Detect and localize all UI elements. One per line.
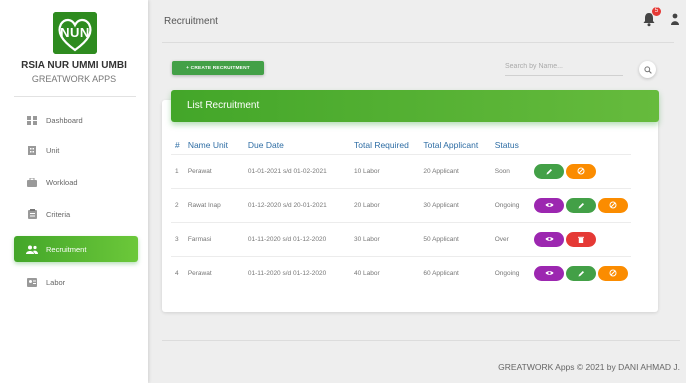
eye-icon xyxy=(545,203,553,207)
table-row: 1 Perawat 01-01-2021 s/d 01-02-2021 10 L… xyxy=(171,153,631,188)
briefcase-icon xyxy=(26,177,38,187)
card-title: List Recruitment xyxy=(187,100,260,111)
sidebar-item-label: Dashboard xyxy=(46,115,83,125)
sidebar-item-label: Criteria xyxy=(46,209,71,219)
trash-icon xyxy=(578,236,584,243)
row-applicant: 50 Applicant xyxy=(420,221,492,256)
user-icon[interactable] xyxy=(670,12,680,26)
row-applicant: 20 Applicant xyxy=(420,153,492,188)
row-status: Ongoing xyxy=(491,255,531,290)
table-row: 4 Perawat 01-11-2020 s/d 01-12-2020 40 L… xyxy=(171,255,631,290)
footer-divider xyxy=(162,340,680,341)
ban-icon xyxy=(609,201,617,209)
column-header-actions xyxy=(531,136,631,154)
sidebar-item-labor[interactable]: Labor xyxy=(14,269,138,295)
edit-button[interactable] xyxy=(566,197,596,213)
column-header-status: Status xyxy=(494,139,519,150)
row-actions xyxy=(531,187,631,222)
column-header-number: # xyxy=(175,139,180,150)
row-required: 40 Labor xyxy=(351,255,421,290)
sidebar-item-label: Unit xyxy=(46,145,60,155)
logo-text: NUN xyxy=(60,25,90,40)
ban-icon xyxy=(577,167,585,175)
row-actions xyxy=(531,153,631,188)
delete-button[interactable] xyxy=(566,231,596,247)
row-status: Ongoing xyxy=(491,187,531,222)
sidebar: NUN RSIA NUR UMMI UMBI GREATWORK APPS Da… xyxy=(0,0,148,383)
row-due-date: 01-11-2020 s/d 01-12-2020 xyxy=(244,255,351,290)
view-button[interactable] xyxy=(534,265,564,281)
pencil-icon xyxy=(578,202,584,208)
cancel-button[interactable] xyxy=(566,163,596,179)
sidebar-item-label: Recruitment xyxy=(46,244,87,254)
row-number: 2 xyxy=(171,187,185,222)
ban-icon xyxy=(609,269,617,277)
clipboard-icon xyxy=(26,209,38,219)
sidebar-divider xyxy=(14,96,136,97)
column-header-total-required: Total Required xyxy=(354,139,409,150)
create-recruitment-button[interactable]: + CREATE RECRUITMENT xyxy=(172,61,264,75)
row-number: 3 xyxy=(171,221,185,256)
row-unit: Perawat xyxy=(184,153,245,188)
id-card-icon xyxy=(26,277,38,287)
row-due-date: 01-01-2021 s/d 01-02-2021 xyxy=(244,153,351,188)
brand-subtitle: GREATWORK APPS xyxy=(31,74,117,84)
row-due-date: 01-12-2020 s/d 20-01-2021 xyxy=(244,187,351,222)
eye-icon xyxy=(545,271,553,276)
sidebar-item-label: Labor xyxy=(46,277,66,287)
edit-button[interactable] xyxy=(566,265,596,281)
brand-name: RSIA NUR UMMI UMBI xyxy=(21,60,127,71)
row-applicant: 60 Applicant xyxy=(420,255,492,290)
table-header-row: # Name Unit Due Date Total Required Tota… xyxy=(171,136,631,154)
cancel-button[interactable] xyxy=(598,197,628,213)
footer-text: GREATWORK Apps © 2021 by DANI AHMAD J. xyxy=(498,362,680,372)
row-required: 20 Labor xyxy=(351,187,421,222)
search-icon xyxy=(643,65,652,74)
column-header-total-applicant: Total Applicant xyxy=(423,139,479,150)
sidebar-item-recruitment[interactable]: Recruitment xyxy=(14,236,138,262)
row-required: 10 Labor xyxy=(351,153,421,188)
eye-icon xyxy=(545,237,553,241)
sidebar-item-workload[interactable]: Workload xyxy=(14,169,138,195)
row-status: Soon xyxy=(491,153,531,188)
search-input[interactable] xyxy=(505,58,623,76)
edit-button[interactable] xyxy=(534,163,564,179)
row-number: 1 xyxy=(171,153,185,188)
table-row: 2 Rawat Inap 01-12-2020 s/d 20-01-2021 2… xyxy=(171,187,631,222)
row-applicant: 30 Applicant xyxy=(420,187,492,222)
people-icon xyxy=(26,244,38,254)
column-header-due-date: Due Date xyxy=(247,139,284,150)
row-actions xyxy=(531,255,631,290)
cancel-button[interactable] xyxy=(598,265,628,281)
view-button[interactable] xyxy=(534,197,564,213)
page-title: Recruitment xyxy=(164,16,218,27)
dashboard-icon xyxy=(26,115,38,125)
row-unit: Rawat Inap xyxy=(184,187,245,222)
top-bar: Recruitment 5 xyxy=(148,0,686,43)
row-due-date: 01-11-2020 s/d 01-12-2020 xyxy=(244,221,351,256)
row-required: 30 Labor xyxy=(351,221,421,256)
view-button[interactable] xyxy=(534,231,564,247)
row-number: 4 xyxy=(171,255,185,290)
column-header-name-unit: Name Unit xyxy=(187,139,228,150)
sidebar-item-label: Workload xyxy=(46,177,78,187)
card-header: List Recruitment xyxy=(171,90,659,122)
sidebar-item-dashboard[interactable]: Dashboard xyxy=(14,107,138,133)
row-unit: Farmasi xyxy=(184,221,245,256)
sidebar-item-criteria[interactable]: Criteria xyxy=(14,201,138,227)
table-row: 3 Farmasi 01-11-2020 s/d 01-12-2020 30 L… xyxy=(171,221,631,256)
row-status: Over xyxy=(491,221,531,256)
building-icon xyxy=(26,145,38,155)
sidebar-item-unit[interactable]: Unit xyxy=(14,137,138,163)
top-divider xyxy=(162,42,674,43)
notification-badge: 5 xyxy=(652,7,661,16)
pencil-icon xyxy=(578,270,584,277)
pencil-icon xyxy=(546,168,552,174)
row-actions xyxy=(531,221,631,256)
search-button[interactable] xyxy=(639,61,656,78)
brand-logo[interactable]: NUN xyxy=(53,12,97,54)
recruitment-table: # Name Unit Due Date Total Required Tota… xyxy=(171,136,631,290)
row-unit: Perawat xyxy=(184,255,245,290)
